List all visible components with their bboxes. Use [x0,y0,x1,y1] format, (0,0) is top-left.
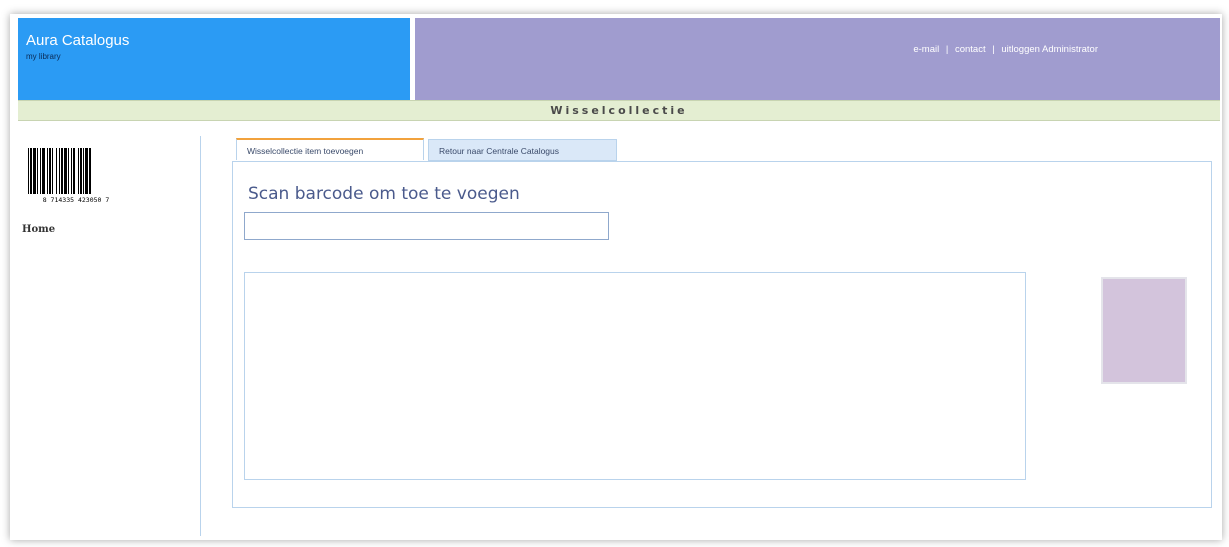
item-image-placeholder [1101,277,1187,384]
scan-results-area [244,272,1026,480]
tab-return-catalog[interactable]: Retour naar Centrale Catalogus [428,139,617,161]
brand-title: Aura Catalogus [26,32,130,49]
logout-link[interactable]: uitloggen Administrator [1001,44,1098,55]
header-banner: e-mail | contact | uitloggen Administrat… [415,18,1220,110]
header-links: e-mail | contact | uitloggen Administrat… [830,44,1098,55]
link-separator: | [945,44,949,55]
brand-header: Aura Catalogus my library [18,18,410,110]
sidebar-item-home[interactable]: Home [22,224,55,235]
link-separator: | [992,44,995,55]
scan-heading: Scan barcode om toe te voegen [248,184,520,204]
sidebar: 8 714335 423050 7 Home [18,136,201,536]
brand-subtitle: my library [26,52,61,61]
tab-add-item[interactable]: Wisselcollectie item toevoegen [236,138,424,160]
page-title: Wisselcollectie [18,100,1220,121]
email-link[interactable]: e-mail [913,44,939,55]
barcode-input[interactable] [244,212,609,240]
barcode-logo: 8 714335 423050 7 [28,148,110,204]
barcode-number: 8 714335 423050 7 [43,196,110,204]
contact-link[interactable]: contact [955,44,986,55]
